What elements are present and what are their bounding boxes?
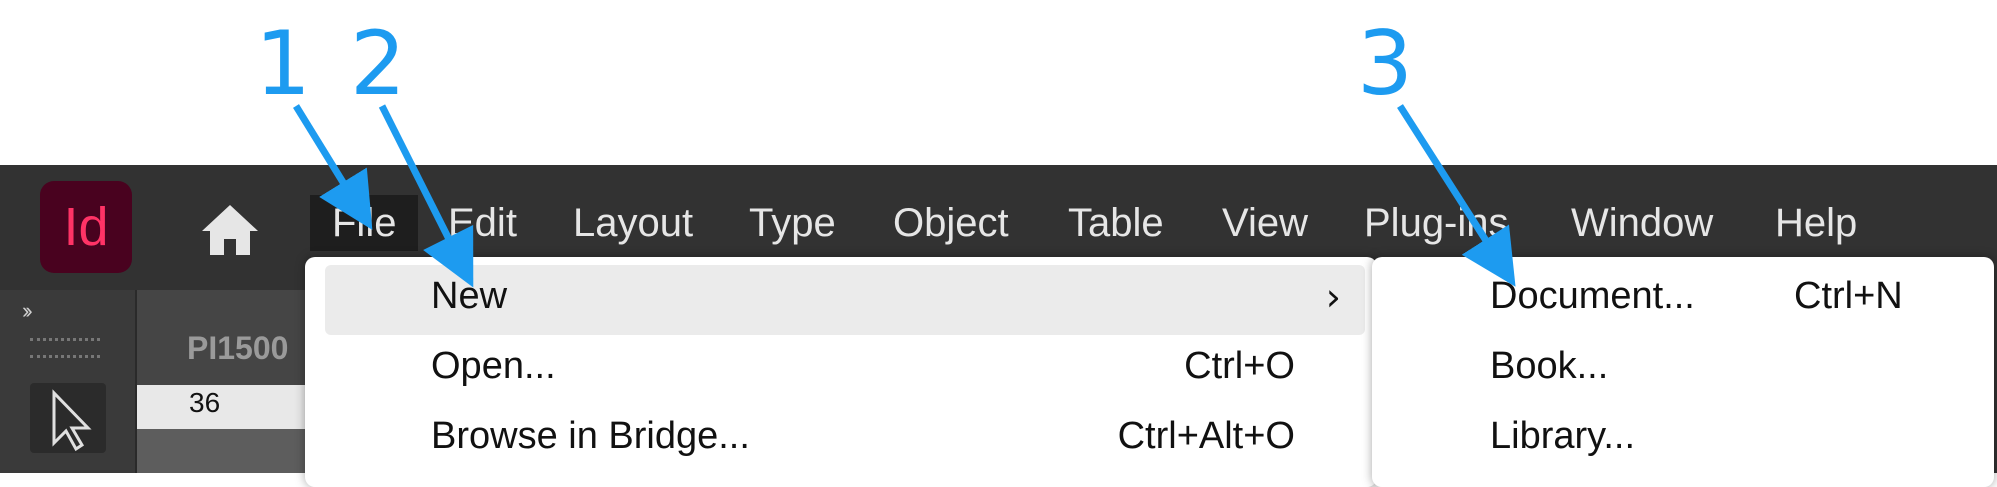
indesign-logo: Id	[40, 181, 132, 273]
horizontal-ruler: 36	[137, 385, 307, 429]
submenu-item-label: Library...	[1490, 415, 1636, 457]
annotation-number-3: 3	[1357, 12, 1413, 115]
ruler-tick-label: 36	[189, 387, 221, 418]
submenu-item-document[interactable]: Document... Ctrl+N	[1372, 265, 1994, 335]
menu-item-label: Browse in Bridge...	[431, 415, 750, 457]
document-area: PI1500 36	[137, 290, 307, 473]
menu-plugins[interactable]: Plug-ins	[1364, 195, 1509, 251]
menu-help[interactable]: Help	[1775, 195, 1857, 251]
menu-item-open[interactable]: Open... Ctrl+O	[325, 335, 1365, 405]
chevron-right-icon: ›	[1325, 275, 1341, 319]
menu-item-browse-in-bridge[interactable]: Browse in Bridge... Ctrl+Alt+O	[325, 405, 1365, 475]
tools-panel: ››	[0, 290, 137, 473]
selection-tool-icon[interactable]	[30, 383, 106, 453]
submenu-item-shortcut: Ctrl+N	[1794, 275, 1903, 317]
panel-grip[interactable]	[30, 338, 100, 358]
menu-file[interactable]: File	[310, 195, 419, 251]
pasteboard	[137, 429, 307, 473]
home-icon[interactable]	[198, 201, 262, 257]
menu-edit[interactable]: Edit	[448, 195, 517, 251]
new-submenu: Document... Ctrl+N Book... Library...	[1372, 257, 1994, 487]
menu-item-label: New	[431, 275, 508, 317]
menu-item-label: Open...	[431, 345, 556, 387]
menu-item-new[interactable]: New ›	[325, 265, 1365, 335]
submenu-item-library[interactable]: Library...	[1372, 405, 1994, 475]
logo-text: Id	[63, 197, 109, 257]
submenu-item-book[interactable]: Book...	[1372, 335, 1994, 405]
selection-arrow-icon	[52, 389, 92, 452]
menu-item-shortcut: Ctrl+O	[1184, 345, 1295, 387]
menu-window[interactable]: Window	[1571, 195, 1713, 251]
menu-table[interactable]: Table	[1068, 195, 1164, 251]
menu-view[interactable]: View	[1222, 195, 1308, 251]
document-tab[interactable]: PI1500	[187, 330, 288, 367]
menu-type[interactable]: Type	[749, 195, 836, 251]
menu-object[interactable]: Object	[893, 195, 1009, 251]
menu-layout[interactable]: Layout	[573, 195, 693, 251]
collapse-panel-icon[interactable]: ››	[22, 298, 32, 324]
annotation-number-1: 1	[255, 12, 311, 115]
menu-item-shortcut: Ctrl+Alt+O	[1117, 415, 1295, 457]
menu-bar: Id File Edit Layout Type Object Table Vi…	[0, 165, 1997, 273]
submenu-item-label: Document...	[1490, 275, 1695, 317]
annotation-number-2: 2	[350, 12, 406, 115]
submenu-item-label: Book...	[1490, 345, 1609, 387]
file-menu-dropdown: New › Open... Ctrl+O Browse in Bridge...…	[305, 257, 1377, 487]
